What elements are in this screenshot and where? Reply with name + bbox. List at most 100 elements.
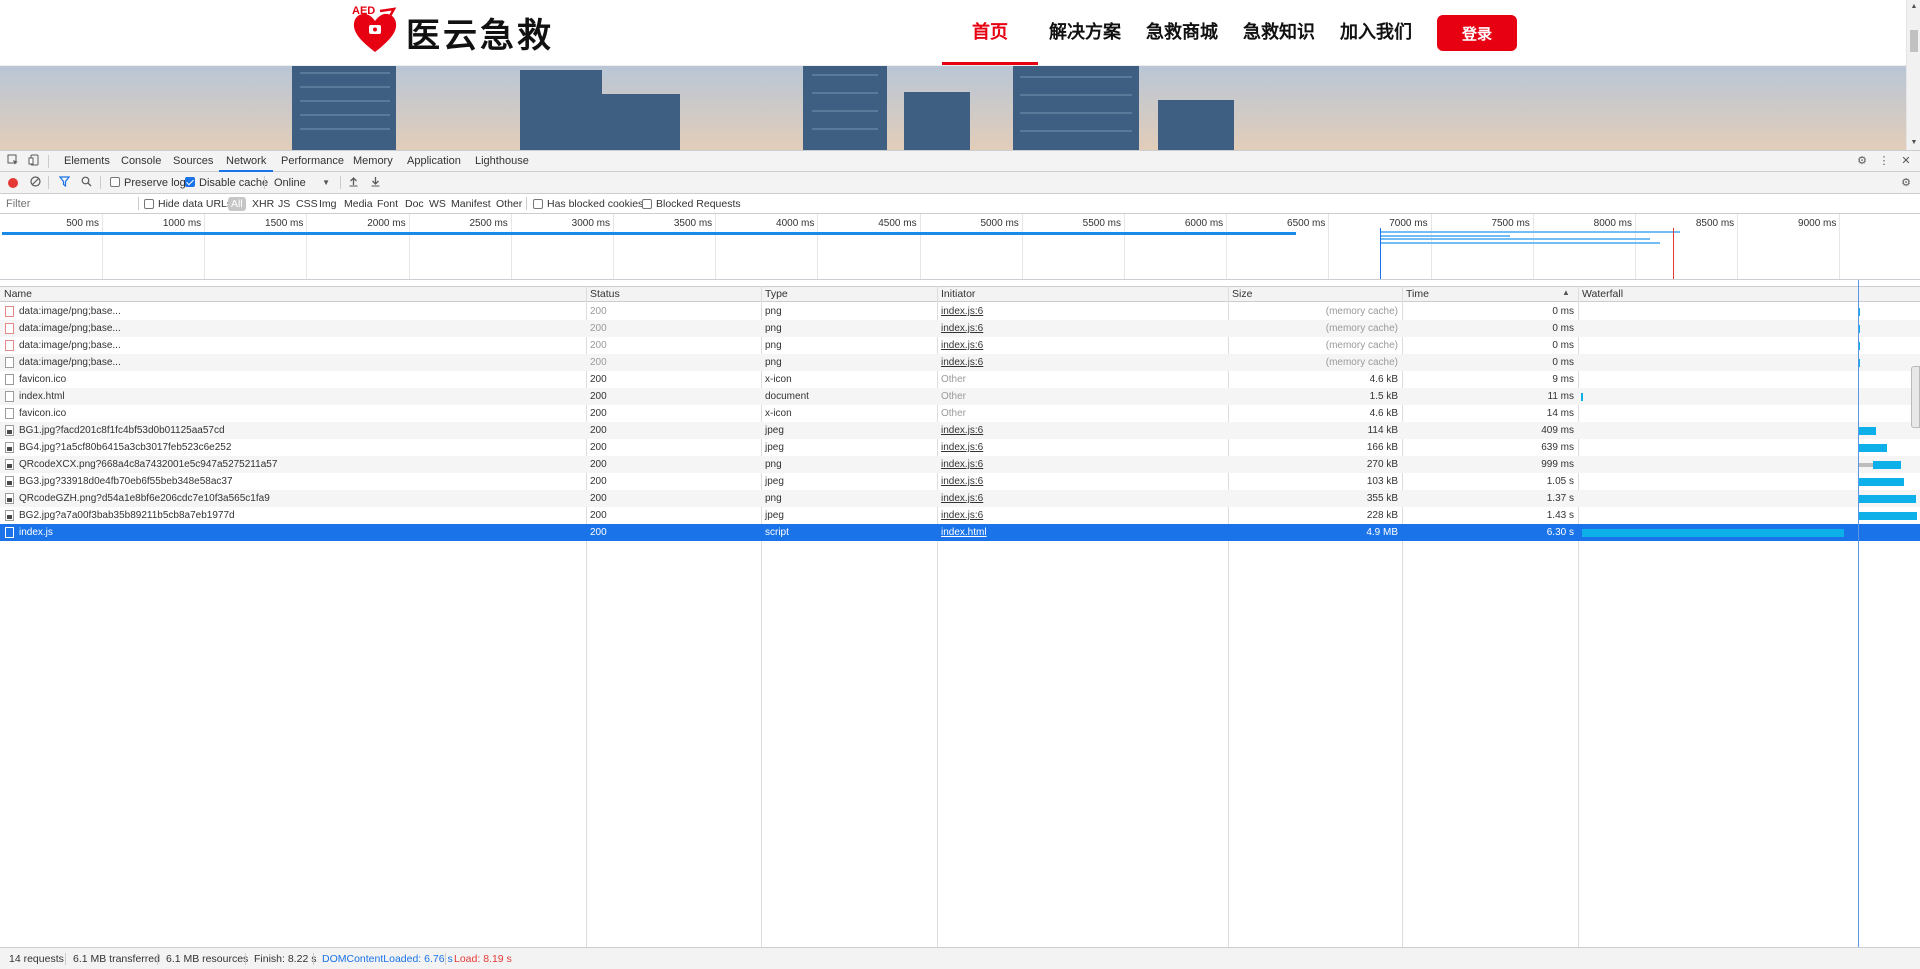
table-row[interactable]: data:image/png;base... 200 png index.js:6 (m…: [0, 303, 1920, 320]
waterfall-bar[interactable]: [1859, 495, 1916, 503]
filter-type-manifest[interactable]: Manifest: [448, 197, 494, 211]
cell-initiator[interactable]: index.js:6: [937, 456, 1217, 473]
more-options-icon[interactable]: ⋮: [1877, 154, 1891, 168]
waterfall-bar[interactable]: [1859, 427, 1876, 435]
filter-type-ws[interactable]: WS: [426, 197, 449, 211]
settings-gear-icon[interactable]: ⚙: [1855, 154, 1869, 168]
cell-initiator[interactable]: index.js:6: [937, 337, 1217, 354]
cell-initiator[interactable]: index.js:6: [937, 320, 1217, 337]
nav-solutions[interactable]: 解决方案: [1049, 0, 1121, 66]
record-icon[interactable]: [8, 178, 18, 188]
table-row[interactable]: BG4.jpg?1a5cf80b6415a3cb3017feb523c6e252…: [0, 439, 1920, 456]
hide-data-urls-checkbox[interactable]: [144, 199, 154, 209]
filter-type-xhr[interactable]: XHR: [249, 197, 277, 211]
nav-join[interactable]: 加入我们: [1340, 0, 1412, 66]
table-row[interactable]: BG1.jpg?facd201c8f1fc4bf53d0b01125aa57cd…: [0, 422, 1920, 439]
waterfall-bar[interactable]: [1859, 444, 1887, 452]
scroll-down-icon[interactable]: ▼: [1907, 136, 1920, 150]
initiator-link[interactable]: index.js:6: [941, 510, 983, 521]
waterfall-bar[interactable]: [1873, 461, 1901, 469]
table-row[interactable]: favicon.ico 200 x-icon Other 4.6 kB 14 ms: [0, 405, 1920, 422]
nav-knowledge[interactable]: 急救知识: [1243, 0, 1315, 66]
nav-home[interactable]: 首页: [942, 0, 1038, 66]
clear-icon[interactable]: [28, 176, 42, 190]
tab-elements[interactable]: Elements: [57, 151, 117, 172]
filter-type-other[interactable]: Other: [493, 197, 525, 211]
cell-initiator[interactable]: index.js:6: [937, 490, 1217, 507]
table-row[interactable]: index.html 200 document Other 1.5 kB 11 ms: [0, 388, 1920, 405]
site-logo[interactable]: AED 医云急救: [350, 5, 554, 57]
tab-performance[interactable]: Performance: [274, 151, 351, 172]
cell-initiator[interactable]: index.js:6: [937, 354, 1217, 371]
table-row[interactable]: favicon.ico 200 x-icon Other 4.6 kB 9 ms: [0, 371, 1920, 388]
table-row[interactable]: BG2.jpg?a7a00f3bab35b89211b5cb8a7eb1977d…: [0, 507, 1920, 524]
initiator-link[interactable]: index.js:6: [941, 459, 983, 470]
filter-type-img[interactable]: Img: [316, 197, 340, 211]
table-row[interactable]: BG3.jpg?33918d0e4fb70eb6f55beb348e58ac37…: [0, 473, 1920, 490]
page-scrollbar[interactable]: ▲ ▼: [1906, 0, 1920, 150]
filter-type-all[interactable]: All: [228, 197, 246, 211]
scrollbar-thumb[interactable]: [1910, 30, 1918, 52]
filter-type-media[interactable]: Media: [341, 197, 376, 211]
blocked-requests-checkbox[interactable]: [642, 199, 652, 209]
waterfall-bar[interactable]: [1859, 478, 1904, 486]
initiator-link[interactable]: index.js:6: [941, 425, 983, 436]
tab-sources[interactable]: Sources: [166, 151, 220, 172]
initiator-link[interactable]: index.html: [941, 527, 987, 538]
col-header-type[interactable]: Type: [761, 287, 788, 302]
network-settings-gear-icon[interactable]: ⚙: [1899, 176, 1913, 190]
col-header-time[interactable]: Time: [1402, 287, 1429, 302]
scroll-up-icon[interactable]: ▲: [1907, 0, 1920, 14]
initiator-link[interactable]: index.js:6: [941, 476, 983, 487]
initiator-link[interactable]: index.js:6: [941, 442, 983, 453]
inspect-element-icon[interactable]: [6, 154, 20, 168]
table-row[interactable]: QRcodeGZH.png?d54a1e8bf6e206cdc7e10f3a56…: [0, 490, 1920, 507]
col-header-initiator[interactable]: Initiator: [937, 287, 975, 302]
throttling-select[interactable]: Online ▼: [270, 175, 332, 191]
close-devtools-icon[interactable]: ✕: [1899, 154, 1913, 168]
table-row[interactable]: data:image/png;base... 200 png index.js:6 (m…: [0, 320, 1920, 337]
filter-icon[interactable]: [57, 176, 71, 190]
filter-type-js[interactable]: JS: [275, 197, 293, 211]
cell-initiator[interactable]: index.js:6: [937, 507, 1217, 524]
initiator-link[interactable]: index.js:6: [941, 323, 983, 334]
col-header-name[interactable]: Name: [0, 287, 32, 302]
tab-console[interactable]: Console: [114, 151, 168, 172]
cell-initiator[interactable]: index.js:6: [937, 473, 1217, 490]
filter-type-doc[interactable]: Doc: [402, 197, 427, 211]
cell-initiator[interactable]: index.html: [937, 524, 1217, 541]
col-header-waterfall[interactable]: Waterfall: [1578, 287, 1623, 302]
export-har-icon[interactable]: [368, 176, 382, 190]
table-row[interactable]: data:image/png;base... 200 png index.js:6 (m…: [0, 354, 1920, 371]
network-overview-timeline[interactable]: 500 ms 1000 ms 1500 ms 2000 ms 2500 ms 3000 m…: [0, 214, 1920, 280]
cell-initiator[interactable]: index.js:6: [937, 422, 1217, 439]
initiator-link[interactable]: index.js:6: [941, 493, 983, 504]
tab-network[interactable]: Network: [219, 151, 274, 172]
cell-initiator[interactable]: index.js:6: [937, 303, 1217, 320]
tab-application[interactable]: Application: [400, 151, 468, 172]
preserve-log-checkbox[interactable]: [110, 177, 120, 187]
waterfall-bar[interactable]: [1859, 512, 1917, 520]
initiator-link[interactable]: index.js:6: [941, 306, 983, 317]
cell-initiator[interactable]: index.js:6: [937, 439, 1217, 456]
tab-memory[interactable]: Memory: [346, 151, 400, 172]
disable-cache-checkbox[interactable]: [185, 177, 195, 187]
side-drawer-handle[interactable]: [1911, 366, 1920, 428]
login-button[interactable]: 登录: [1437, 15, 1517, 51]
waterfall-bar[interactable]: [1582, 529, 1844, 537]
blocked-cookies-checkbox[interactable]: [533, 199, 543, 209]
filter-type-font[interactable]: Font: [374, 197, 401, 211]
col-header-status[interactable]: Status: [586, 287, 620, 302]
import-har-icon[interactable]: [346, 176, 360, 190]
initiator-link[interactable]: index.js:6: [941, 340, 983, 351]
nav-store[interactable]: 急救商城: [1146, 0, 1218, 66]
initiator-link[interactable]: index.js:6: [941, 357, 983, 368]
table-row[interactable]: index.js 200 script index.html 4.9 MB 6.30 s: [0, 524, 1920, 541]
tab-lighthouse[interactable]: Lighthouse: [468, 151, 536, 172]
table-row[interactable]: QRcodeXCX.png?668a4c8a7432001e5c947a5275…: [0, 456, 1920, 473]
waterfall-bar[interactable]: [1581, 393, 1583, 401]
filter-input[interactable]: [2, 196, 134, 211]
table-row[interactable]: data:image/png;base... 200 png index.js:6 (m…: [0, 337, 1920, 354]
search-icon[interactable]: [79, 176, 93, 190]
col-header-size[interactable]: Size: [1228, 287, 1252, 302]
